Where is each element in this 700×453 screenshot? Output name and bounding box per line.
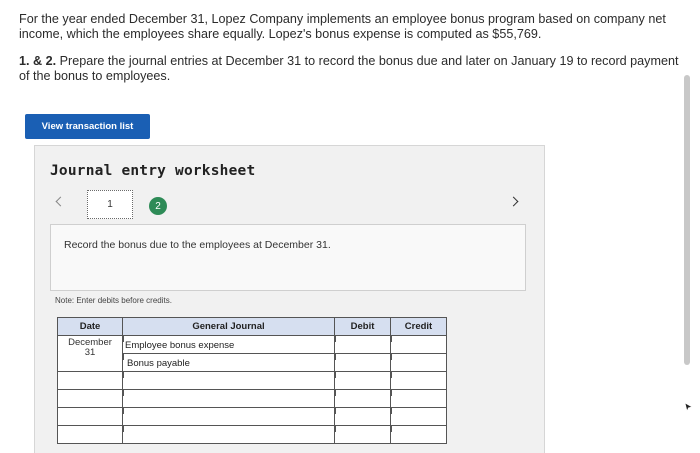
- instruction-text: Record the bonus due to the employees at…: [64, 239, 331, 251]
- cursor-icon: [684, 402, 693, 412]
- journal-entry-worksheet: Journal entry worksheet 1 2 Record the b…: [34, 145, 545, 453]
- account-name: Employee bonus expense: [125, 340, 235, 351]
- date-cell[interactable]: [57, 371, 123, 390]
- task-number: 1. & 2.: [19, 54, 57, 68]
- credit-cell[interactable]: [390, 371, 447, 390]
- debit-cell[interactable]: [334, 389, 391, 408]
- account-cell[interactable]: Bonus payable: [122, 353, 335, 372]
- credit-cell[interactable]: [390, 407, 447, 426]
- view-transaction-list-button[interactable]: View transaction list: [25, 114, 150, 139]
- worksheet-title: Journal entry worksheet: [50, 163, 256, 179]
- table-row: December 31 Employee bonus expense: [57, 335, 447, 372]
- debit-credit-note: Note: Enter debits before credits.: [55, 296, 172, 305]
- account-cell[interactable]: [122, 371, 335, 390]
- debit-cell[interactable]: [334, 335, 391, 354]
- debit-cell[interactable]: [334, 353, 391, 372]
- task-text: Prepare the journal entries at December …: [19, 54, 679, 83]
- problem-intro: For the year ended December 31, Lopez Co…: [19, 12, 666, 41]
- table-row: [57, 371, 447, 390]
- journal-table: Date General Journal Debit Credit Decemb…: [57, 317, 447, 444]
- date-cell[interactable]: [57, 407, 123, 426]
- credit-cell[interactable]: [390, 353, 447, 372]
- account-cell[interactable]: [122, 425, 335, 444]
- general-journal-header: General Journal: [122, 317, 335, 336]
- debit-header: Debit: [334, 317, 391, 336]
- account-cell[interactable]: [122, 407, 335, 426]
- page-scrollbar[interactable]: [684, 75, 690, 365]
- account-cell[interactable]: [122, 389, 335, 408]
- credit-cell[interactable]: [390, 425, 447, 444]
- chevron-right-icon[interactable]: [508, 193, 523, 209]
- credit-cell[interactable]: [390, 389, 447, 408]
- problem-statement: For the year ended December 31, Lopez Co…: [19, 12, 679, 96]
- entry-date: December 31: [57, 335, 123, 372]
- account-cell[interactable]: Employee bonus expense: [122, 335, 335, 354]
- debit-cell[interactable]: [334, 371, 391, 390]
- debit-cell[interactable]: [334, 425, 391, 444]
- step-1-tab[interactable]: 1: [87, 190, 133, 219]
- date-cell[interactable]: [57, 425, 123, 444]
- debit-cell[interactable]: [334, 407, 391, 426]
- instruction-box: Record the bonus due to the employees at…: [50, 224, 526, 291]
- table-row: [57, 425, 447, 444]
- chevron-left-icon[interactable]: [53, 193, 67, 209]
- credit-header: Credit: [390, 317, 447, 336]
- table-row: [57, 389, 447, 408]
- account-name: Bonus payable: [127, 358, 190, 369]
- table-header-row: Date General Journal Debit Credit: [57, 317, 447, 336]
- problem-task: 1. & 2. Prepare the journal entries at D…: [19, 54, 679, 84]
- table-row: [57, 407, 447, 426]
- step-2-tab[interactable]: 2: [149, 197, 167, 215]
- date-header: Date: [57, 317, 123, 336]
- entry-day: 31: [84, 347, 96, 358]
- date-cell[interactable]: [57, 389, 123, 408]
- credit-cell[interactable]: [390, 335, 447, 354]
